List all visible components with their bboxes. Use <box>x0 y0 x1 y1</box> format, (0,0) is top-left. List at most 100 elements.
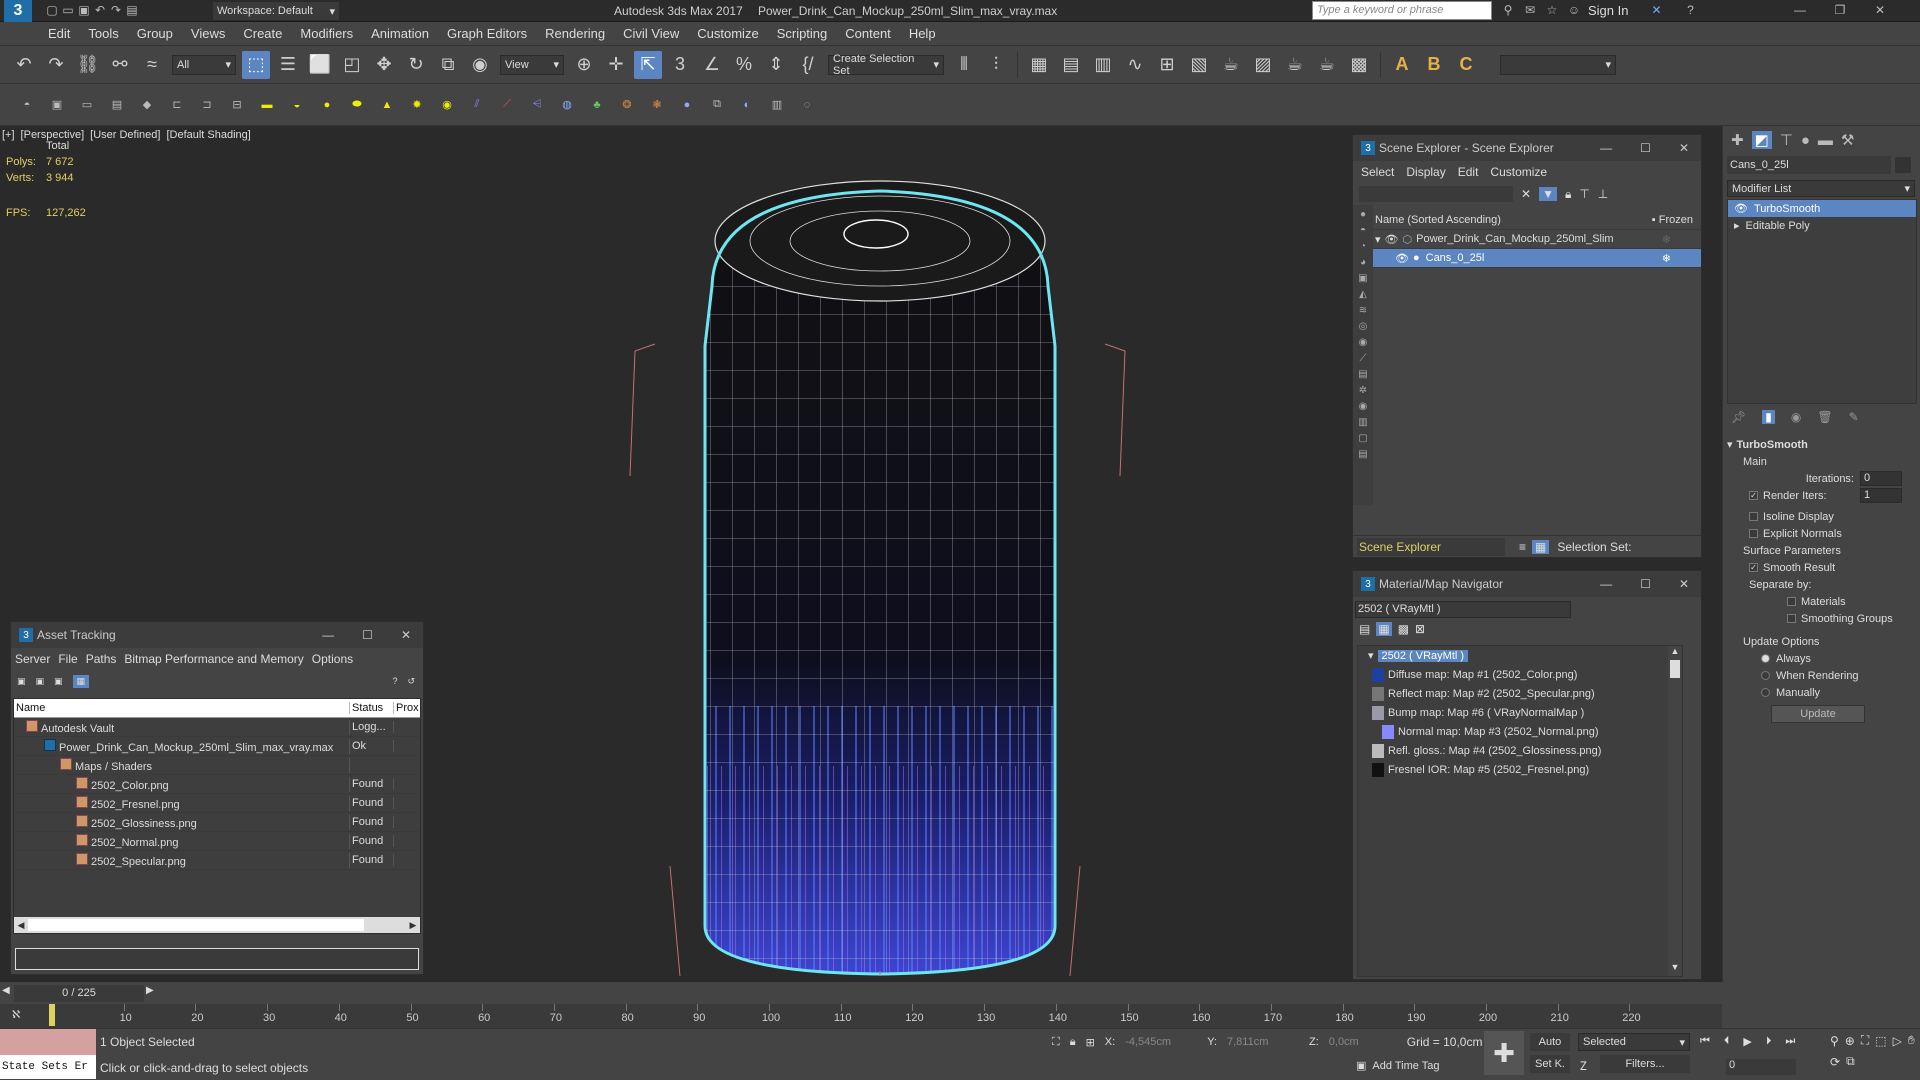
large-icons-view-icon[interactable]: ⊠ <box>1415 622 1425 636</box>
menu-item-animation[interactable]: Animation <box>371 26 429 41</box>
maximize-icon[interactable]: ☐ <box>1640 141 1651 155</box>
modifier-list-dropdown[interactable]: Modifier List ▾ <box>1727 180 1915 197</box>
menu-select[interactable]: Select <box>1361 165 1394 179</box>
displacement-icon[interactable]: ⟋ <box>496 94 518 116</box>
auto-key-button[interactable]: Auto <box>1530 1033 1570 1051</box>
ribbon-icon[interactable]: ▥ <box>1089 51 1117 79</box>
time-slider-thumb[interactable]: 0 / 225 <box>14 985 144 1002</box>
eye-icon[interactable]: 👁︎ <box>1385 233 1399 246</box>
maximize-icon[interactable]: ☐ <box>1640 577 1651 591</box>
scale-icon[interactable]: ⧉ <box>434 51 462 79</box>
col-name-header[interactable]: Name (Sorted Ascending) <box>1375 214 1501 226</box>
list-icon[interactable]: ▦ <box>1532 539 1550 554</box>
horizontal-scrollbar[interactable]: ◀ ▶ <box>14 917 420 933</box>
smoothing-groups-checkbox[interactable] <box>1787 614 1796 623</box>
minimize-icon[interactable]: — <box>1600 577 1612 591</box>
menu-file[interactable]: File <box>58 652 77 666</box>
close-icon[interactable]: ✕ <box>1872 2 1888 18</box>
ambient-light-icon[interactable]: ◉ <box>436 94 458 116</box>
comm-center-icon[interactable]: ✉ <box>1522 2 1538 18</box>
menu-edit[interactable]: Edit <box>1458 165 1479 179</box>
always-radio[interactable] <box>1761 654 1770 663</box>
gpu-icon[interactable]: ▤ <box>106 94 128 116</box>
menu-item-customize[interactable]: Customize <box>697 26 758 41</box>
sign-in-link[interactable]: Sign In <box>1588 3 1628 18</box>
table-row[interactable]: 2502_Specular.png Found <box>14 851 420 870</box>
light-mesh-icon[interactable]: ⬬ <box>346 94 368 116</box>
display-tab-icon[interactable]: ▬ <box>1818 132 1833 149</box>
explicit-normals-checkbox[interactable] <box>1749 529 1758 538</box>
render-iters-spinner[interactable]: 1 <box>1860 488 1902 503</box>
select-by-name-icon[interactable]: ☰ <box>274 51 302 79</box>
snowflake-icon[interactable]: ❄ <box>1662 252 1671 265</box>
expand-icon[interactable]: ▾ <box>1375 233 1381 246</box>
scroll-thumb[interactable] <box>1670 660 1680 678</box>
remove-modifier-icon[interactable]: 🗑︎ <box>1817 410 1832 424</box>
map-row[interactable]: Fresnel IOR: Map #5 (2502_Fresnel.png) <box>1358 760 1682 779</box>
geometry-filter-icon[interactable]: ◓ <box>1360 225 1366 236</box>
redo-icon[interactable]: ↷ <box>108 2 124 18</box>
snowflake-icon[interactable]: ❄ <box>1662 233 1671 246</box>
menu-item-civil-view[interactable]: Civil View <box>623 26 679 41</box>
zoom-all-icon[interactable]: ⊕ <box>1845 1034 1855 1048</box>
table-row[interactable]: 2502_Color.png Found <box>14 775 420 794</box>
explorer-name-combo[interactable]: Scene Explorer <box>1357 537 1505 556</box>
play-icon[interactable]: ▶ <box>1743 1035 1751 1048</box>
bind-space-warp-icon[interactable]: ≈ <box>138 51 166 79</box>
toon-icon[interactable]: ◐ <box>736 94 758 116</box>
maximize-viewport-icon[interactable]: ⧉ <box>1846 1054 1855 1069</box>
scroll-down-icon[interactable]: ▼ <box>1668 962 1682 976</box>
close-icon[interactable]: ✕ <box>1679 577 1689 591</box>
named-selection-icon[interactable]: {/ <box>794 51 822 79</box>
select-object-icon[interactable]: ⬚ <box>242 50 270 79</box>
isolate-icon[interactable]: ⛶ <box>1052 1036 1060 1049</box>
menu-item-tools[interactable]: Tools <box>88 26 118 41</box>
eye-icon[interactable]: 👁︎ <box>1734 202 1748 215</box>
object-name-field[interactable]: Cans_0_25l <box>1727 156 1891 174</box>
vault-login-icon[interactable]: ▣ <box>17 676 26 687</box>
curve-editor-icon[interactable]: ∿ <box>1121 51 1149 79</box>
object-color-swatch[interactable] <box>1895 157 1911 173</box>
ref-coord-dropdown[interactable]: View ▾ <box>500 54 564 75</box>
layer-explorer-icon[interactable]: ▤ <box>1057 51 1085 79</box>
manually-radio[interactable] <box>1761 688 1770 697</box>
sphere-fade-icon[interactable]: ● <box>676 94 698 116</box>
tree-row[interactable]: ▾ 👁︎ ⬡ Power_Drink_Can_Mockup_250ml_Slim ❄ <box>1373 230 1701 249</box>
link-icon[interactable]: ⛓ <box>74 51 102 79</box>
track-bar[interactable]: ℵ 10 20 30 40 50 60 70 80 90 100 110 120 130 140 150 16… <box>0 1004 1722 1028</box>
go-to-end-icon[interactable]: ⏭︎ <box>1785 1035 1795 1048</box>
next-frame-icon[interactable]: ▶ <box>146 985 154 996</box>
menu-customize[interactable]: Customize <box>1490 165 1547 179</box>
mirror-icon[interactable]: ⫴ <box>950 51 978 79</box>
aerial-icon[interactable]: ❃ <box>646 94 668 116</box>
plane-icon[interactable]: ⊟ <box>226 94 248 116</box>
maximize-icon[interactable]: ☐ <box>362 628 373 642</box>
volume-icon[interactable]: ◍ <box>556 94 578 116</box>
viewport-menu-plus[interactable]: [+] <box>2 129 15 141</box>
render-iterative-icon[interactable]: ☕ <box>1313 51 1341 79</box>
env-fog-icon[interactable]: ❂ <box>616 94 638 116</box>
col-name-header[interactable]: Name <box>14 702 350 714</box>
render-iters-checkbox[interactable]: ✓ <box>1749 491 1758 500</box>
menu-item-graph-editors[interactable]: Graph Editors <box>447 26 527 41</box>
viewport-user-defined[interactable]: [User Defined] <box>90 129 160 141</box>
a360-icon[interactable]: ▩ <box>1345 51 1373 79</box>
prev-frame-icon[interactable]: ◀ <box>2 985 10 996</box>
lock-selection-icon[interactable]: 🔒︎ <box>1070 1036 1076 1049</box>
particles-filter-icon[interactable]: ✲ <box>1359 385 1367 396</box>
small-icons-view-icon[interactable]: ▩ <box>1398 622 1409 636</box>
manipulate-icon[interactable]: ✛ <box>602 51 630 79</box>
pivot-center-icon[interactable]: ⊕ <box>570 51 598 79</box>
set-key-button[interactable]: Set K. <box>1530 1055 1570 1073</box>
materials-checkbox[interactable] <box>1787 597 1796 606</box>
hierarchy-icon[interactable]: ⊤ <box>1579 187 1589 201</box>
previous-frame-icon[interactable]: ⏴︎ <box>1724 1035 1730 1048</box>
menu-paths[interactable]: Paths <box>86 652 117 666</box>
zoom-extents-all-icon[interactable]: ⬚ <box>1875 1034 1886 1048</box>
exchange-icon[interactable]: ✕ <box>1648 2 1664 18</box>
menu-item-modifiers[interactable]: Modifiers <box>300 26 353 41</box>
set-key-plus-icon[interactable]: ✚ <box>1484 1031 1524 1075</box>
light-rect-icon[interactable]: ▬ <box>256 94 278 116</box>
layers-icon[interactable]: ≡ <box>1519 540 1526 554</box>
new-file-icon[interactable]: ▢ <box>44 2 60 18</box>
